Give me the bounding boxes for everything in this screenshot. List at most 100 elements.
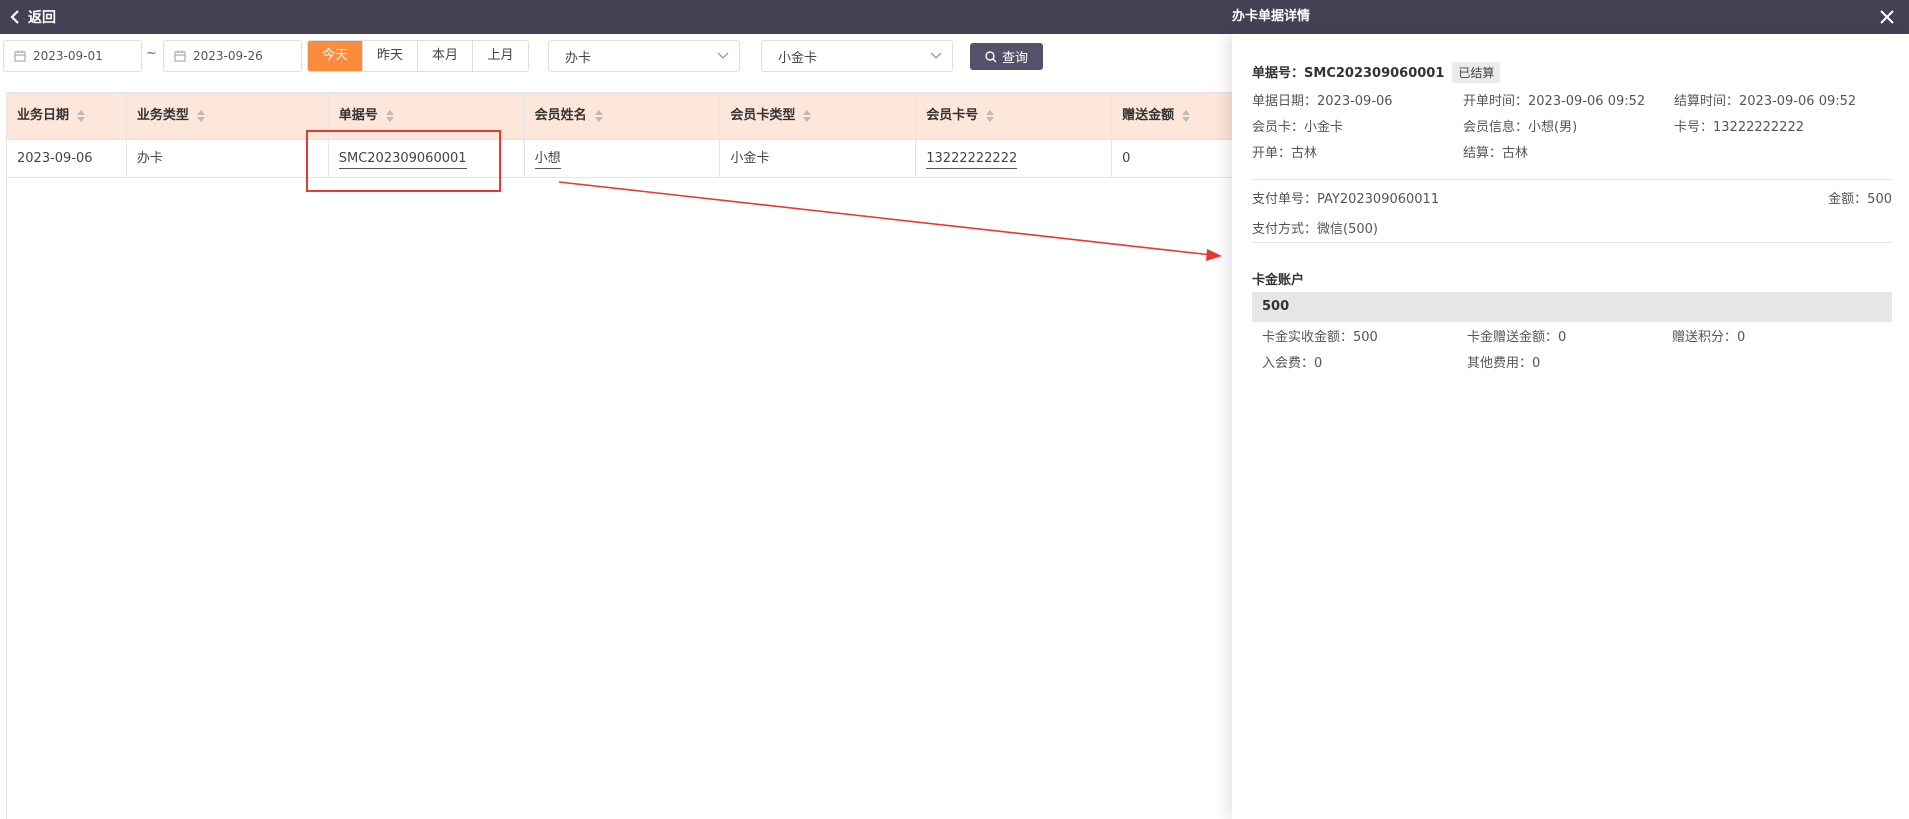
settle-time-row: 结算时间：2023-09-06 09:52: [1674, 90, 1856, 109]
card-account-total: 500: [1252, 292, 1892, 322]
member-card-row: 会员卡：小金卡: [1252, 116, 1343, 135]
col-label: 业务类型: [136, 108, 189, 123]
settle-time-label: 结算时间：: [1674, 94, 1740, 109]
end-date-value: 2023-09-26: [193, 49, 263, 63]
col-gift-amount[interactable]: 赠送金额: [1112, 93, 1232, 139]
main-area: 2023-09-01 ~ 2023-09-26 今天 昨天 本月 上月 办卡 小…: [0, 34, 1232, 819]
other-value: 0: [1532, 356, 1541, 371]
back-label: 返回: [28, 10, 56, 26]
amount-row: 金额：500: [1828, 188, 1892, 207]
calendar-icon: [14, 50, 26, 62]
fee-label: 入会费：: [1262, 356, 1315, 371]
open-time-row: 开单时间：2023-09-06 09:52: [1463, 90, 1645, 109]
calendar-icon: [174, 50, 186, 62]
amount-value: 500: [1867, 192, 1892, 207]
highlight-box: [306, 130, 501, 192]
settler-row: 结算：古林: [1463, 142, 1528, 161]
back-button[interactable]: 返回: [10, 0, 56, 34]
date-value: 2023-09-06: [1317, 94, 1393, 109]
range-yesterday-button[interactable]: 昨天: [363, 41, 418, 71]
member-name-link[interactable]: 小想: [534, 151, 561, 169]
business-type-value: 办卡: [565, 50, 592, 66]
pay-no-value: PAY202309060011: [1317, 192, 1440, 207]
other-label: 其他费用：: [1467, 356, 1533, 371]
gift-value: 0: [1558, 330, 1567, 345]
other-row: 其他费用：0: [1467, 352, 1540, 371]
member-info-label: 会员信息：: [1463, 120, 1529, 135]
col-label: 业务日期: [17, 108, 70, 123]
quick-range-group: 今天 昨天 本月 上月: [307, 40, 529, 72]
sort-icon: [594, 110, 603, 122]
filter-bar: 2023-09-01 ~ 2023-09-26 今天 昨天 本月 上月 办卡 小…: [0, 34, 1232, 82]
chevron-down-icon: [717, 52, 729, 59]
gift-row: 卡金赠送金额：0: [1467, 326, 1566, 345]
sort-icon: [1182, 110, 1191, 122]
points-row: 赠送积分：0: [1672, 326, 1745, 345]
card-type-value: 小金卡: [778, 50, 818, 66]
pay-no-row: 支付单号：PAY202309060011: [1252, 188, 1439, 207]
col-card-no[interactable]: 会员卡号: [916, 93, 1113, 139]
divider: [1252, 179, 1892, 180]
settler-value: 古林: [1502, 146, 1529, 161]
cell-gift-amount: 0: [1122, 151, 1131, 166]
pay-method-label: 支付方式：: [1252, 222, 1318, 237]
order-no-row: 单据号：SMC202309060001 已结算: [1252, 62, 1501, 83]
cell-member-name: 小想: [525, 140, 721, 177]
member-card-value: 小金卡: [1304, 120, 1344, 135]
fee-value: 0: [1314, 356, 1323, 371]
search-icon: [985, 50, 997, 62]
end-date-picker[interactable]: 2023-09-26: [163, 40, 302, 72]
member-info-row: 会员信息：小想(男): [1463, 116, 1577, 135]
received-value: 500: [1353, 330, 1378, 345]
col-card-type[interactable]: 会员卡类型: [720, 93, 917, 139]
sort-icon: [803, 110, 812, 122]
col-member-name[interactable]: 会员姓名: [525, 93, 721, 139]
range-last-month-button[interactable]: 上月: [473, 41, 528, 71]
cell-business-type: 办卡: [127, 140, 329, 177]
order-no-value: SMC202309060001: [1304, 66, 1445, 81]
cell-business-date: 2023-09-06: [7, 140, 127, 177]
table-header: 业务日期 业务类型 单据号 会员姓名 会员卡类型 会员卡号 赠送金额: [7, 93, 1232, 140]
detail-drawer: 单据号：SMC202309060001 已结算 单据日期：2023-09-06 开…: [1232, 34, 1909, 819]
open-time-label: 开单时间：: [1463, 94, 1529, 109]
sort-icon: [385, 110, 394, 122]
order-no-label: 单据号：: [1252, 66, 1305, 81]
card-account-title: 卡金账户: [1252, 273, 1305, 288]
fee-row: 入会费：0: [1262, 352, 1322, 371]
pay-no-label: 支付单号：: [1252, 192, 1318, 207]
business-type-select[interactable]: 办卡: [548, 40, 740, 72]
member-info-value: 小想(男): [1528, 120, 1578, 135]
query-button[interactable]: 查询: [970, 43, 1043, 70]
divider: [1252, 242, 1892, 243]
points-value: 0: [1737, 330, 1746, 345]
start-date-value: 2023-09-01: [33, 49, 103, 63]
opener-row: 开单：古林: [1252, 142, 1317, 161]
close-icon[interactable]: [1877, 7, 1897, 27]
pay-method-value: 微信(500): [1317, 222, 1378, 237]
amount-label: 金额：: [1828, 192, 1868, 207]
date-row: 单据日期：2023-09-06: [1252, 90, 1393, 109]
data-table: 业务日期 业务类型 单据号 会员姓名 会员卡类型 会员卡号 赠送金额 2023-…: [6, 92, 1232, 819]
gift-label: 卡金赠送金额：: [1467, 330, 1559, 345]
card-type-select[interactable]: 小金卡: [761, 40, 953, 72]
col-business-date[interactable]: 业务日期: [7, 93, 127, 139]
chevron-down-icon: [930, 52, 942, 59]
member-card-label: 会员卡：: [1252, 120, 1305, 135]
cell-card-no: 13222222222: [916, 140, 1113, 177]
card-no-label: 卡号：: [1674, 120, 1714, 135]
col-label: 会员卡类型: [730, 108, 796, 123]
table-row[interactable]: 2023-09-06 办卡 SMC202309060001 小想 小金卡 132…: [7, 140, 1232, 178]
range-today-button[interactable]: 今天: [308, 41, 363, 71]
date-label: 单据日期：: [1252, 94, 1318, 109]
sort-icon: [196, 110, 205, 122]
opener-label: 开单：: [1252, 146, 1292, 161]
start-date-picker[interactable]: 2023-09-01: [3, 40, 142, 72]
card-no-row: 卡号：13222222222: [1674, 116, 1804, 135]
col-label: 会员姓名: [534, 108, 587, 123]
chevron-left-icon: [10, 10, 19, 24]
col-business-type[interactable]: 业务类型: [127, 93, 329, 139]
top-bar: 返回 办卡单据详情: [0, 0, 1909, 34]
card-no-link[interactable]: 13222222222: [926, 151, 1018, 169]
range-this-month-button[interactable]: 本月: [418, 41, 473, 71]
settler-label: 结算：: [1463, 146, 1503, 161]
